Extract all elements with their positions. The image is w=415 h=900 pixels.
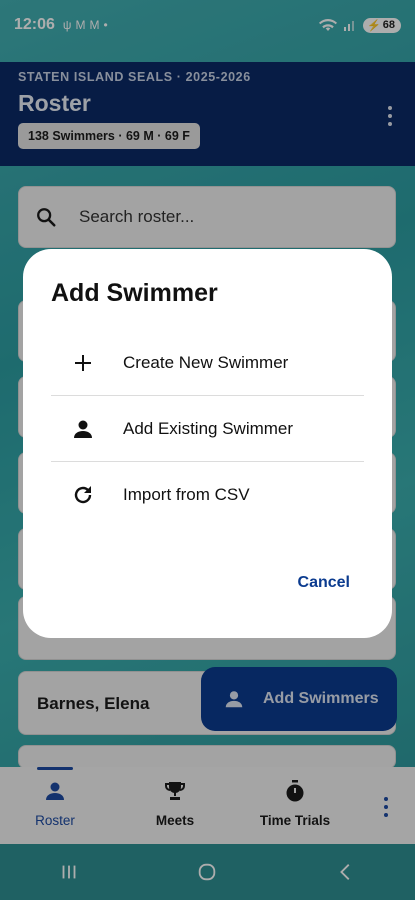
option-label: Create New Swimmer [123, 352, 289, 372]
plus-icon [75, 354, 91, 371]
refresh-icon [74, 486, 92, 504]
person-icon [74, 420, 92, 438]
add-existing-swimmer-option[interactable]: Add Existing Swimmer [51, 396, 364, 462]
option-label: Add Existing Swimmer [123, 418, 294, 438]
dialog-options: Create New Swimmer Add Existing Swimmer … [51, 330, 364, 528]
option-label: Import from CSV [123, 485, 250, 504]
create-new-swimmer-option[interactable]: Create New Swimmer [51, 330, 364, 396]
dialog-title: Add Swimmer [51, 279, 218, 307]
cancel-button[interactable]: Cancel [298, 574, 350, 592]
add-swimmer-dialog: Add Swimmer Create New Swimmer Add Exist… [23, 249, 392, 638]
import-from-csv-option[interactable]: Import from CSV [51, 462, 364, 528]
